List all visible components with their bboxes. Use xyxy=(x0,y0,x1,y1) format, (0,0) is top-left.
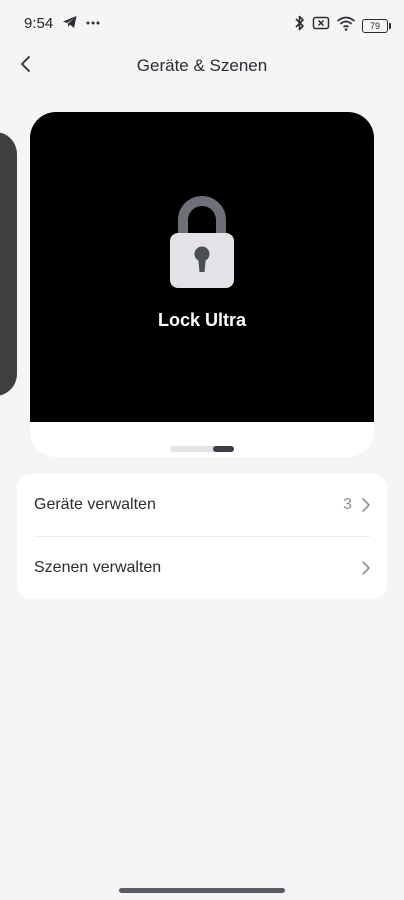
manage-devices-row[interactable]: Geräte verwalten 3 xyxy=(17,474,387,537)
padlock-icon xyxy=(168,196,236,295)
home-indicator[interactable] xyxy=(119,888,285,893)
manage-scenes-row[interactable]: Szenen verwalten xyxy=(17,537,387,599)
wifi-icon xyxy=(336,15,356,36)
device-count: 3 xyxy=(343,496,352,513)
bluetooth-icon xyxy=(294,14,306,37)
menu-item-label: Szenen verwalten xyxy=(34,559,162,576)
battery-icon: 79 xyxy=(362,18,391,33)
menu-card: Geräte verwalten 3 Szenen verwalten xyxy=(17,474,387,599)
status-time: 9:54 xyxy=(24,15,54,32)
device-image: Lock Ultra xyxy=(30,112,374,422)
status-left-icons xyxy=(62,14,100,35)
status-bar: 9:54 79 xyxy=(0,0,404,48)
header: Geräte & Szenen xyxy=(0,48,404,84)
telegram-icon xyxy=(62,14,78,35)
page-title: Geräte & Szenen xyxy=(136,56,268,75)
chevron-right-icon xyxy=(361,560,371,581)
status-right-icons: 79 xyxy=(294,14,391,37)
device-name: Lock Ultra xyxy=(157,310,247,330)
more-notifications-icon xyxy=(86,14,100,35)
no-sim-icon xyxy=(312,15,330,36)
pager-active-indicator xyxy=(213,446,234,452)
device-card[interactable]: Lock Ultra xyxy=(30,112,374,457)
carousel-pager xyxy=(170,446,234,452)
chevron-right-icon xyxy=(361,497,371,518)
previous-device-card[interactable] xyxy=(0,132,17,396)
menu-item-label: Geräte verwalten xyxy=(34,496,156,513)
